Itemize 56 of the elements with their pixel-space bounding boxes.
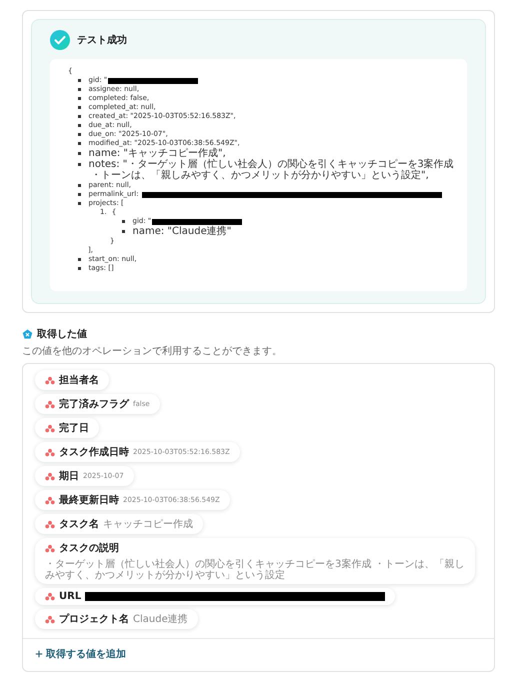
- bullet-icon: [78, 193, 80, 196]
- add-value-button[interactable]: 取得する値を追加: [35, 647, 126, 661]
- dots-icon: [45, 400, 55, 408]
- bullet-icon: [78, 133, 80, 136]
- value-chip[interactable]: タスク名 キャッチコピー作成: [35, 514, 203, 534]
- value-label: 担当者名: [59, 374, 99, 387]
- section-description: この値を他のオペレーションで利用することができます。: [22, 344, 283, 358]
- section-title: 取得した値: [37, 328, 87, 341]
- value-label: 完了済みフラグ: [59, 397, 129, 411]
- bullet-icon: [78, 163, 80, 166]
- bullet-icon: [122, 230, 124, 233]
- dots-icon: [45, 520, 55, 528]
- value-chip[interactable]: 担当者名: [35, 370, 109, 390]
- value-chip[interactable]: URL: [35, 588, 396, 605]
- bullet-icon: [78, 142, 80, 145]
- bullet-icon: [78, 79, 80, 82]
- bullet-icon: [78, 152, 80, 155]
- bullet-icon: [122, 220, 124, 223]
- value-text: ・ターゲット層（忙しい社会人）の関心を引くキャッチコピーを3案作成 ・トーンは、「親しみやすく、かつメリットが分かりやすい」という設定: [45, 559, 465, 581]
- dots-icon: [45, 472, 55, 480]
- value-label: 最終更新日時: [59, 493, 119, 507]
- value-label: プロジェクト名: [59, 612, 129, 626]
- bullet-icon: [78, 124, 80, 127]
- bullet-icon: [78, 258, 80, 261]
- bullet-icon: [78, 115, 80, 118]
- plus-icon: [35, 650, 43, 658]
- bullet-icon: [78, 106, 80, 109]
- result-title: テスト成功: [77, 34, 127, 47]
- value-label: タスク名: [59, 518, 99, 531]
- badge-icon: [22, 328, 33, 340]
- value-label: 完了日: [59, 421, 89, 435]
- value-label: タスクの説明: [59, 542, 119, 555]
- value-chip[interactable]: 完了日: [35, 418, 99, 438]
- dots-icon: [45, 496, 55, 504]
- value-label: タスク作成日時: [59, 446, 129, 459]
- bullet-icon: [78, 202, 80, 205]
- bullet-icon: [78, 97, 80, 100]
- dots-icon: [45, 448, 55, 456]
- value-chip[interactable]: プロジェクト名 Claude連携: [35, 609, 198, 629]
- dots-icon: [45, 376, 55, 384]
- code-line: name: "キャッチコピー作成",: [88, 148, 226, 159]
- dots-icon: [45, 592, 55, 601]
- bullet-icon: [78, 267, 80, 270]
- value-chip[interactable]: タスクの説明 ・ターゲット層（忙しい社会人）の関心を引くキャッチコピーを3案作成 ・トーンは、「親しみやすく、かつメリットが分かりやすい」という設定: [35, 538, 475, 584]
- code-line: notes: "・ターゲット層（忙しい社会人）の関心を引くキャッチコピーを3案作成: [88, 159, 454, 170]
- dots-icon: [45, 544, 55, 552]
- code-line: name: "Claude連携": [132, 226, 232, 237]
- dots-icon: [45, 614, 55, 624]
- value-text: キャッチコピー作成: [103, 518, 193, 530]
- value-label: 期日: [59, 470, 79, 483]
- bullet-icon: [78, 88, 80, 91]
- code-line: ・トーンは、「親しみやすく、かつメリットが分かりやすい」という設定",: [90, 170, 430, 181]
- value-label: URL: [59, 591, 82, 602]
- dots-icon: [45, 424, 55, 432]
- value-text: Claude連携: [133, 614, 188, 624]
- bullet-icon: [78, 184, 80, 187]
